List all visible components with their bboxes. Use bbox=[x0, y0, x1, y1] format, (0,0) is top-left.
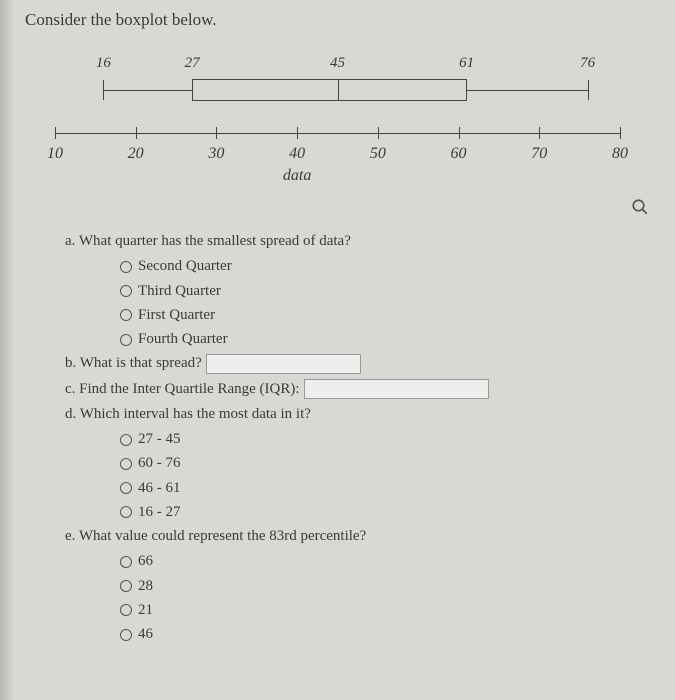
qe-option-4[interactable]: 46 bbox=[120, 623, 650, 646]
qa-option-first[interactable]: First Quarter bbox=[120, 304, 650, 327]
question-a: a. What quarter has the smallest spread … bbox=[65, 230, 650, 253]
boxplot-chart: 16 27 45 61 76 10 20 30 40 50 60 70 80 d… bbox=[55, 55, 620, 195]
qd-option-4[interactable]: 16 - 27 bbox=[120, 501, 650, 524]
label-median: 45 bbox=[330, 55, 345, 72]
radio-icon bbox=[120, 309, 132, 321]
qd-option-1[interactable]: 27 - 45 bbox=[120, 428, 650, 451]
qa-option-second[interactable]: Second Quarter bbox=[120, 255, 650, 278]
radio-icon bbox=[120, 458, 132, 470]
x-axis bbox=[55, 133, 620, 134]
radio-icon bbox=[120, 482, 132, 494]
question-c: c. Find the Inter Quartile Range (IQR): bbox=[65, 378, 650, 401]
radio-icon bbox=[120, 261, 132, 273]
x-axis-label: data bbox=[283, 167, 311, 185]
label-q1: 27 bbox=[185, 55, 200, 72]
radio-icon bbox=[120, 506, 132, 518]
radio-icon bbox=[120, 580, 132, 592]
radio-icon bbox=[120, 434, 132, 446]
question-b: b. What is that spread? bbox=[65, 352, 650, 375]
radio-icon bbox=[120, 285, 132, 297]
qe-option-1[interactable]: 66 bbox=[120, 550, 650, 573]
qd-option-3[interactable]: 46 - 61 bbox=[120, 477, 650, 500]
page-title: Consider the boxplot below. bbox=[25, 10, 650, 30]
qe-option-2[interactable]: 28 bbox=[120, 575, 650, 598]
qa-option-third[interactable]: Third Quarter bbox=[120, 280, 650, 303]
radio-icon bbox=[120, 334, 132, 346]
label-max: 76 bbox=[580, 55, 595, 72]
radio-icon bbox=[120, 556, 132, 568]
question-d: d. Which interval has the most data in i… bbox=[65, 403, 650, 426]
qb-input[interactable] bbox=[206, 354, 361, 374]
radio-icon bbox=[120, 604, 132, 616]
boxplot-shape bbox=[55, 77, 620, 103]
qd-option-2[interactable]: 60 - 76 bbox=[120, 452, 650, 475]
qa-option-fourth[interactable]: Fourth Quarter bbox=[120, 328, 650, 351]
zoom-icon[interactable] bbox=[631, 198, 649, 222]
label-q3: 61 bbox=[459, 55, 474, 72]
label-min: 16 bbox=[96, 55, 111, 72]
qc-input[interactable] bbox=[304, 379, 489, 399]
questions: a. What quarter has the smallest spread … bbox=[65, 230, 650, 646]
qe-option-3[interactable]: 21 bbox=[120, 599, 650, 622]
question-e: e. What value could represent the 83rd p… bbox=[65, 525, 650, 548]
radio-icon bbox=[120, 629, 132, 641]
